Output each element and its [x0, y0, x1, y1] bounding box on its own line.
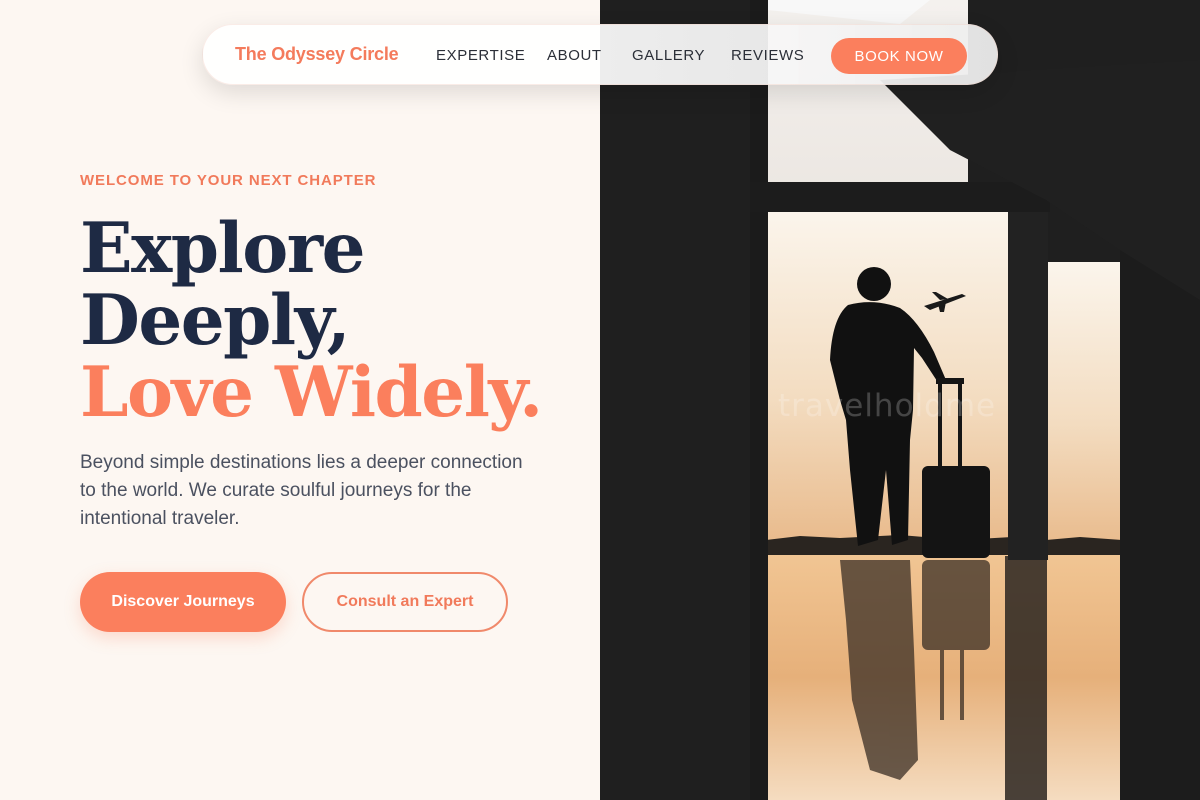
- image-watermark: travelholdme: [778, 388, 997, 424]
- consult-expert-button[interactable]: Consult an Expert: [302, 572, 508, 632]
- nav-link-expertise[interactable]: EXPERTISE: [436, 47, 525, 64]
- nav-link-about[interactable]: ABOUT: [547, 47, 602, 64]
- hero-eyebrow: WELCOME TO YOUR NEXT CHAPTER: [80, 172, 377, 189]
- headline-line-3: Love Widely.: [80, 352, 543, 433]
- top-navigation: The Odyssey Circle EXPERTISE ABOUT GALLE…: [202, 24, 998, 85]
- book-now-button[interactable]: BOOK NOW: [831, 38, 967, 74]
- hero-subtitle: Beyond simple destinations lies a deeper…: [80, 452, 523, 529]
- brand-logo[interactable]: The Odyssey Circle: [235, 44, 399, 65]
- hero-image: travelholdme: [600, 0, 1200, 800]
- hero-left-panel: WELCOME TO YOUR NEXT CHAPTER Explore Dee…: [0, 0, 600, 800]
- nav-link-gallery[interactable]: GALLERY: [632, 47, 705, 64]
- nav-link-reviews[interactable]: REVIEWS: [731, 47, 804, 64]
- discover-journeys-button[interactable]: Discover Journeys: [80, 572, 286, 632]
- headline-line-2: Deeply,: [80, 280, 351, 361]
- headline-line-1: Explore: [80, 208, 365, 289]
